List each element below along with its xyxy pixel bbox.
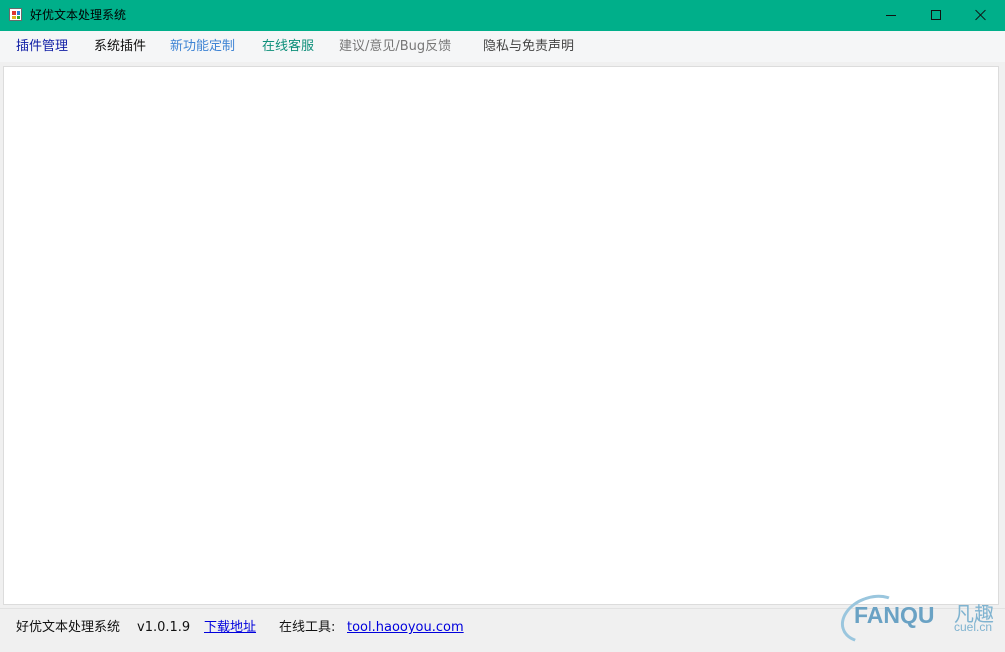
minimize-button[interactable]: [868, 0, 914, 31]
title-bar: 好优文本处理系统: [0, 0, 1005, 31]
menu-privacy-disclaimer[interactable]: 隐私与免责声明: [483, 38, 574, 55]
watermark-domain: cuel.cn: [954, 620, 993, 634]
status-app-name: 好优文本处理系统: [16, 620, 121, 635]
close-button[interactable]: [958, 0, 1004, 31]
menu-online-support[interactable]: 在线客服: [262, 38, 314, 55]
window-title: 好优文本处理系统: [30, 8, 127, 22]
close-icon: [975, 9, 987, 21]
watermark-brand: FANQU: [854, 602, 935, 628]
online-tools-label: 在线工具:: [279, 620, 336, 635]
online-tools-link[interactable]: tool.haooyou.com: [347, 620, 464, 636]
maximize-button[interactable]: [913, 0, 959, 31]
status-version: v1.0.1.9: [137, 620, 191, 635]
download-link[interactable]: 下载地址: [204, 620, 256, 636]
maximize-icon: [931, 10, 941, 20]
menu-plugin-management[interactable]: 插件管理: [16, 38, 68, 55]
menu-feedback[interactable]: 建议/意见/Bug反馈: [339, 38, 451, 55]
menu-system-plugins[interactable]: 系统插件: [94, 38, 146, 55]
minimize-icon: [886, 15, 896, 16]
menu-feature-customization[interactable]: 新功能定制: [170, 38, 235, 55]
app-icon: [9, 8, 22, 21]
watermark: FANQU 凡趣 cuel.cn: [834, 586, 1005, 652]
menu-bar: 插件管理 系统插件 新功能定制 在线客服 建议/意见/Bug反馈 隐私与免责声明: [0, 31, 1005, 62]
main-content-area[interactable]: [3, 66, 999, 605]
